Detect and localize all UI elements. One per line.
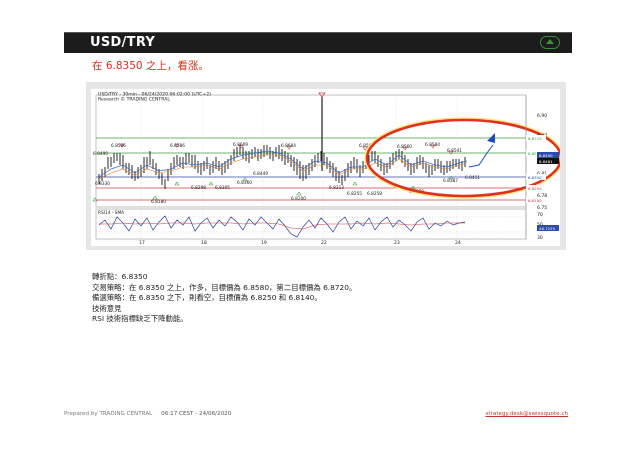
date-label: 17 [139, 240, 145, 246]
marker-label: 6.8298 [191, 185, 206, 191]
date-label: 19 [261, 240, 267, 246]
chart-source: Research © TRADING CENTRAL [98, 96, 170, 103]
rsi-axis-label: 30 [537, 235, 543, 241]
strategy-notes: 轉折點：6.8350 交易策略：在 6.8350 之上，作多，目標價為 6.85… [92, 272, 356, 325]
date-label: 23 [394, 240, 400, 246]
marker-label: 6.8541 [447, 148, 462, 154]
pivot-text: 轉折點：6.8350 [92, 272, 148, 281]
level-tag: 6.8720 [528, 136, 542, 141]
marker-label: 6.8258 [367, 191, 382, 197]
collapse-chevron-icon[interactable] [540, 36, 560, 49]
date-label: 22 [321, 240, 327, 246]
marker-label: 6.8560 [397, 144, 412, 150]
date-label: 18 [201, 240, 207, 246]
marker-label: 6.8305 [215, 185, 230, 191]
marker-label: 6.8449 [253, 171, 268, 177]
marker-label: 6.8490 [93, 151, 108, 157]
marker-label: 6.8255 [347, 191, 362, 197]
marker-label: 6.8200 [291, 196, 306, 202]
marker-label: 6.8360 [237, 180, 252, 186]
price-axis-label: 6.75 [537, 205, 547, 211]
marker-label: 6.8609 [233, 142, 248, 148]
comment-text: RSI 技術指標缺乏下降動能。 [92, 314, 188, 324]
price-axis-label: 6.90 [537, 113, 547, 119]
marker-label: 6.8584 [425, 142, 440, 148]
footer-left: Prepared by TRADING CENTRAL 06:17 CEST -… [64, 411, 231, 417]
strategy-text: 交易策略：在 6.8350 之上，作多，目標價為 6.8580，第二目標價為 6… [92, 282, 357, 292]
comment-title: 技術意見 [92, 303, 122, 313]
rsi-axis-label: 70 [537, 212, 543, 218]
marker-label: 6.8180 [151, 199, 166, 205]
level-tag: 6.8140 [528, 198, 542, 203]
marker-label: 6.8586 [170, 143, 185, 149]
marker-label: 6.8387 [443, 178, 458, 184]
price-chart: USD/TRY - 30min - 06/24/2020 06:02:00 (U… [91, 89, 560, 246]
marker-label: 6.8330 [95, 181, 110, 187]
prepared-by: Prepared by TRADING CENTRAL [64, 411, 153, 417]
level-tag: 6.8490 [539, 153, 553, 158]
alternative-text: 備選策略：在 6.8350 之下，則看空，目標價為 6.8250 和 6.814… [92, 293, 322, 303]
rsi-tag: 46.7255 [539, 226, 556, 231]
level-tag: 6.8461 [539, 159, 553, 164]
marker-label: 6.8313 [329, 185, 344, 191]
level-tag: 6.8250 [528, 186, 542, 191]
level-tag: 6.8350 [528, 175, 542, 180]
instrument-title: USD/TRY [90, 35, 156, 50]
marker-label: 6.8586 [111, 143, 126, 149]
marker-label: 6.8411 [465, 175, 480, 181]
marker-label: 6.8684 [281, 143, 296, 149]
instrument-title-bar: USD/TRY [64, 32, 572, 53]
date-label: 24 [455, 240, 461, 246]
report-timestamp: 06:17 CEST - 24/06/2020 [161, 411, 232, 417]
rsi-label: RSI14 - SMA [98, 210, 124, 216]
headline-view: 在 6.8350 之上，看涨。 [92, 60, 209, 72]
contact-email-link[interactable]: strategy.desk@swissquote.ch [486, 411, 568, 417]
